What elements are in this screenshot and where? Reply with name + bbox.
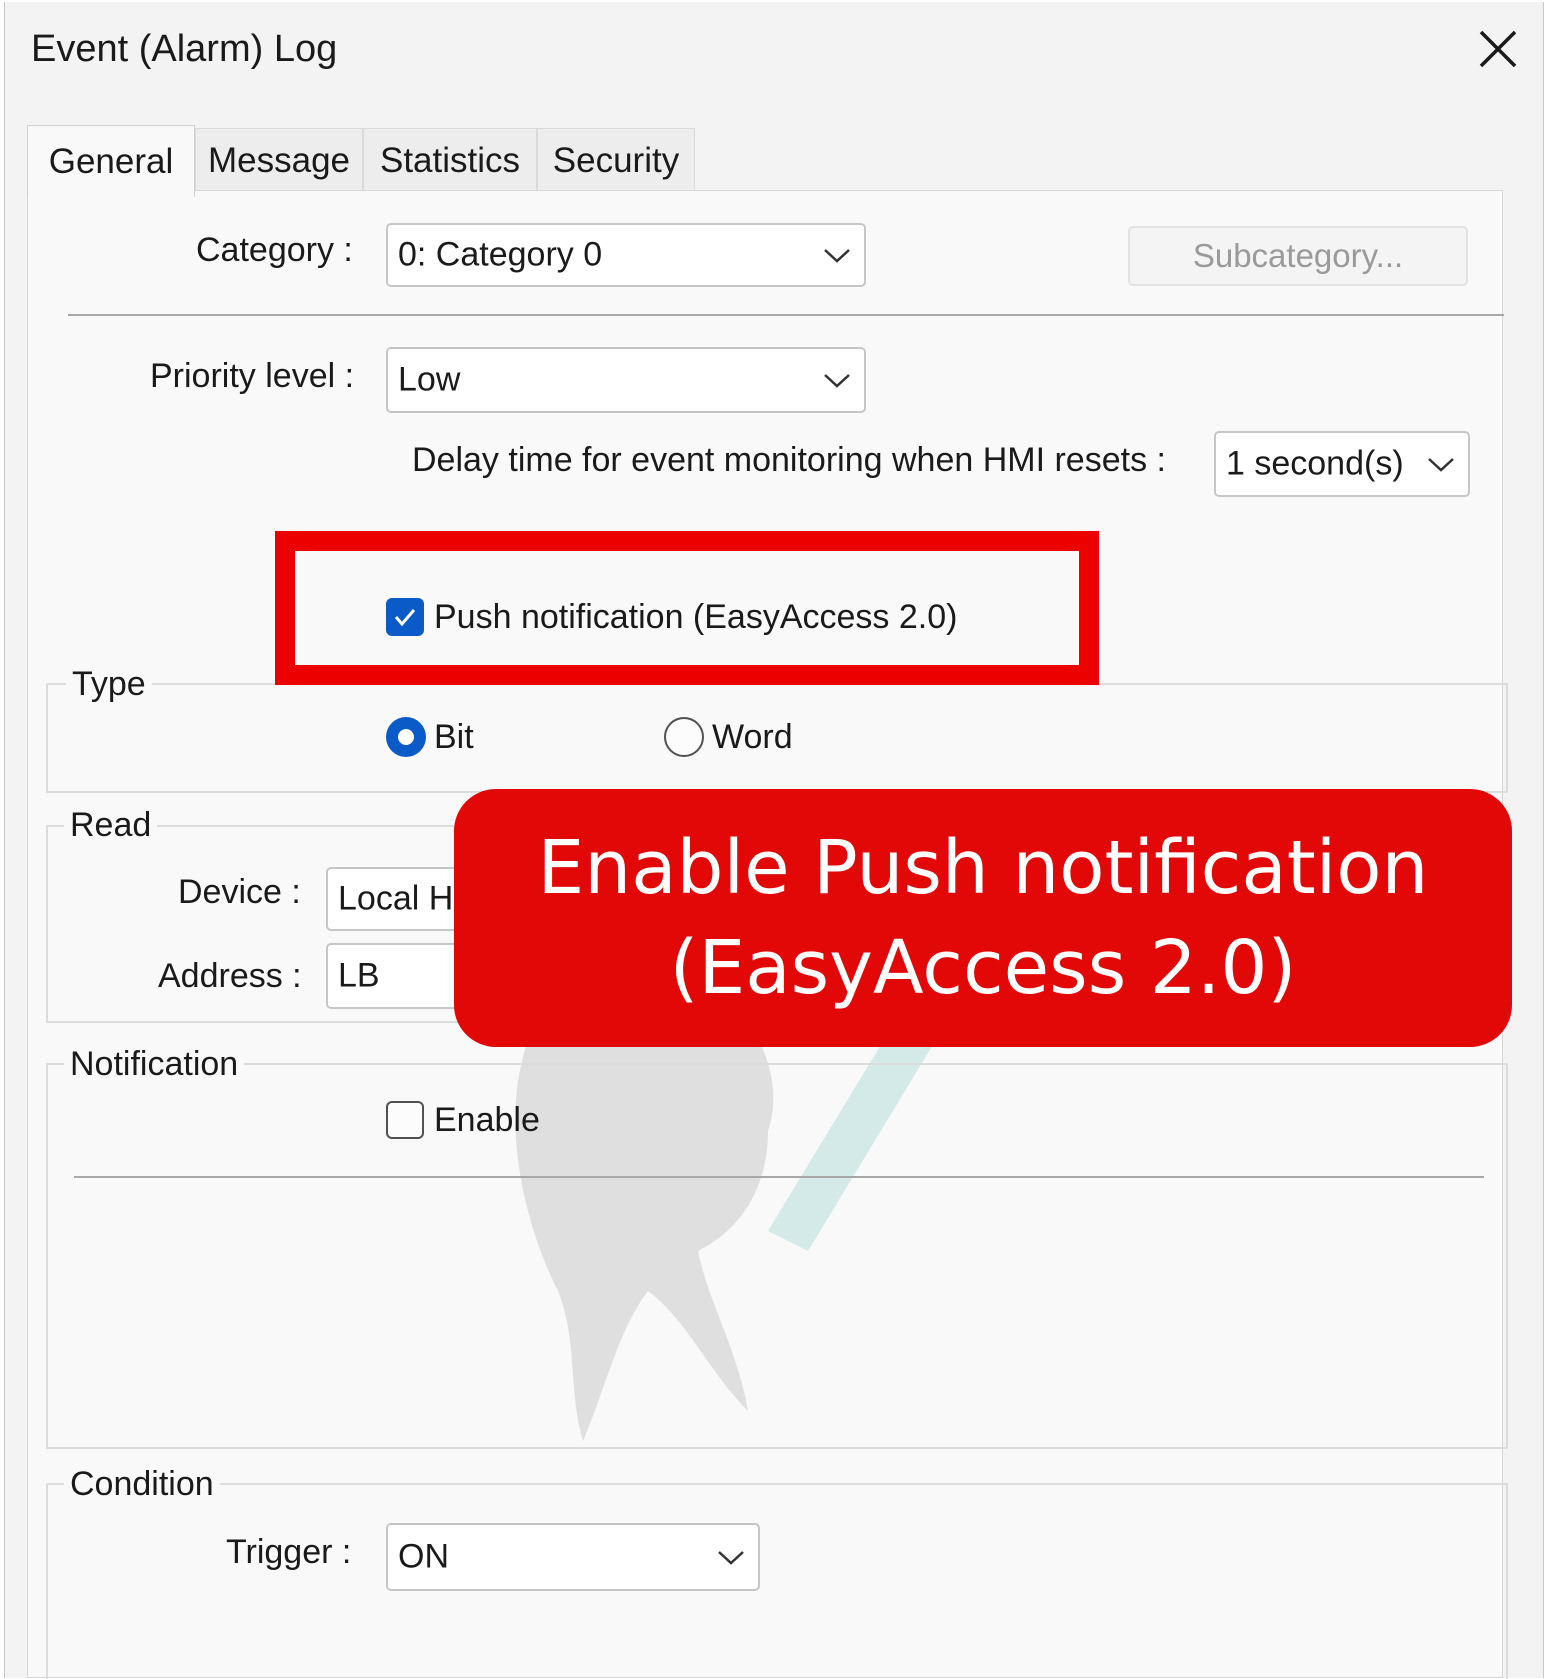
chevron-down-icon bbox=[718, 1551, 744, 1565]
delay-label: Delay time for event monitoring when HMI… bbox=[412, 441, 1166, 479]
annotation-callout: Enable Push notification (EasyAccess 2.0… bbox=[454, 789, 1512, 1047]
delay-value: 1 second(s) bbox=[1226, 444, 1404, 483]
close-button[interactable] bbox=[1473, 24, 1523, 74]
push-notification-checkbox[interactable] bbox=[386, 598, 424, 636]
subcategory-button[interactable]: Subcategory... bbox=[1128, 226, 1468, 286]
delay-select[interactable]: 1 second(s) bbox=[1214, 431, 1470, 497]
category-value: 0: Category 0 bbox=[398, 235, 603, 274]
push-notification-label: Push notification (EasyAccess 2.0) bbox=[434, 598, 958, 636]
notification-group-title: Notification bbox=[64, 1045, 245, 1084]
type-word-radio[interactable] bbox=[664, 717, 704, 757]
tab-message-label: Message bbox=[207, 140, 351, 180]
notification-groupbox bbox=[46, 1063, 1508, 1449]
tab-message[interactable]: Message bbox=[195, 128, 363, 192]
annotation-line-2: (EasyAccess 2.0) bbox=[669, 925, 1297, 1011]
window-title: Event (Alarm) Log bbox=[31, 28, 338, 70]
priority-label: Priority level : bbox=[150, 357, 355, 395]
type-word-label: Word bbox=[712, 718, 793, 756]
type-bit-radio[interactable] bbox=[386, 717, 426, 757]
tab-statistics-label: Statistics bbox=[379, 140, 521, 180]
category-select[interactable]: 0: Category 0 bbox=[386, 223, 866, 287]
chevron-down-icon bbox=[824, 374, 850, 388]
tab-security-label: Security bbox=[552, 140, 680, 180]
type-bit-label: Bit bbox=[434, 718, 474, 756]
condition-group-title: Condition bbox=[64, 1465, 220, 1504]
tab-statistics[interactable]: Statistics bbox=[363, 128, 537, 192]
condition-groupbox bbox=[46, 1483, 1508, 1679]
chevron-down-icon bbox=[824, 249, 850, 263]
tab-general-label: General bbox=[48, 141, 174, 181]
divider-line bbox=[68, 314, 1504, 316]
annotation-line-1: Enable Push notification bbox=[537, 825, 1429, 911]
tab-security[interactable]: Security bbox=[537, 128, 695, 192]
priority-value: Low bbox=[398, 360, 461, 399]
checkmark-icon bbox=[394, 609, 416, 627]
address-label: Address : bbox=[158, 957, 302, 995]
category-label: Category : bbox=[196, 231, 353, 269]
priority-select[interactable]: Low bbox=[386, 347, 866, 413]
subcategory-button-label: Subcategory... bbox=[1192, 237, 1404, 274]
address-value: LB bbox=[338, 956, 380, 995]
device-label: Device : bbox=[178, 873, 301, 911]
title-bar: Event (Alarm) Log bbox=[5, 2, 1543, 100]
trigger-label: Trigger : bbox=[226, 1533, 352, 1571]
tab-general[interactable]: General bbox=[27, 125, 195, 197]
trigger-select[interactable]: ON bbox=[386, 1523, 760, 1591]
read-group-title: Read bbox=[64, 806, 158, 845]
chevron-down-icon bbox=[1428, 458, 1454, 472]
notification-enable-label: Enable bbox=[434, 1101, 540, 1139]
notification-divider bbox=[74, 1176, 1484, 1178]
type-group-title: Type bbox=[66, 665, 152, 704]
close-icon bbox=[1479, 30, 1517, 68]
trigger-value: ON bbox=[398, 1537, 449, 1576]
notification-enable-checkbox[interactable] bbox=[386, 1101, 424, 1139]
